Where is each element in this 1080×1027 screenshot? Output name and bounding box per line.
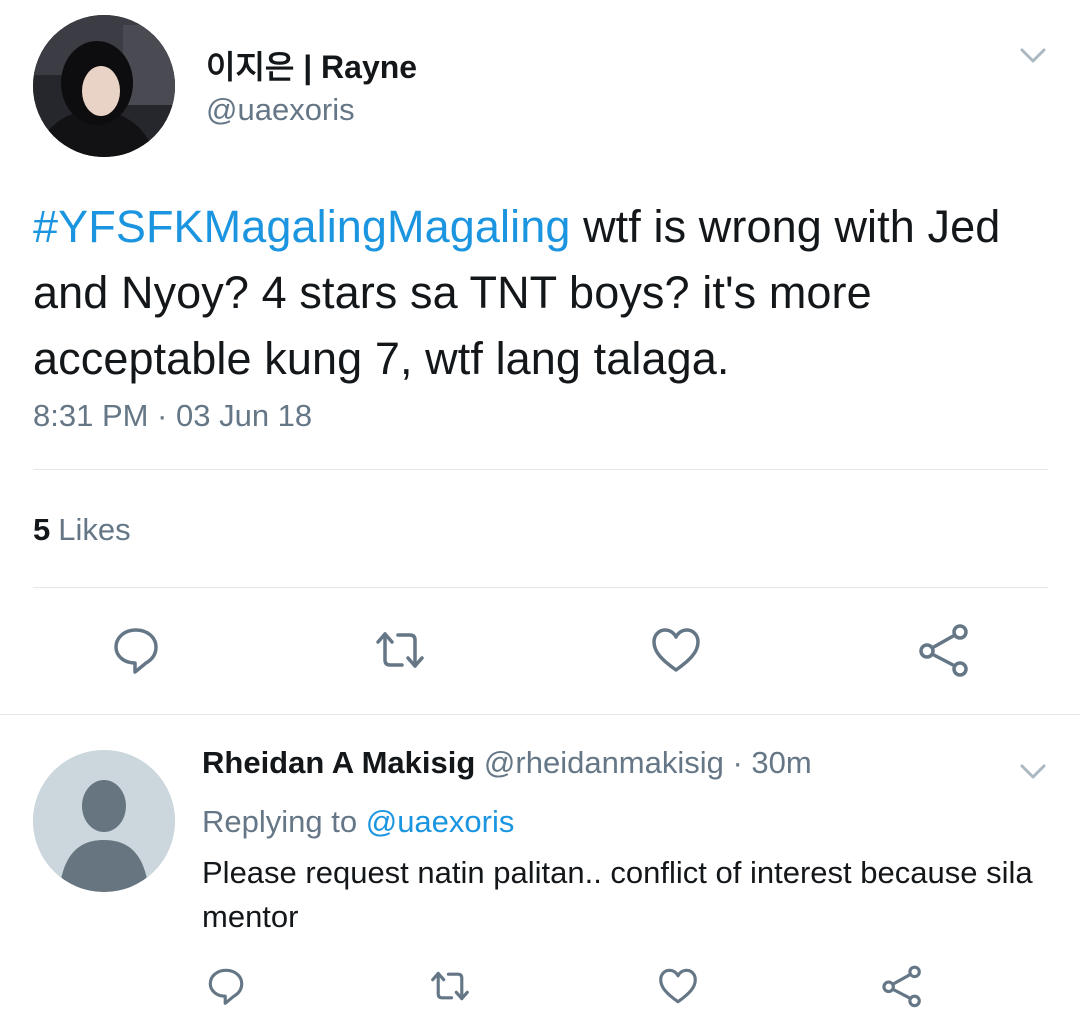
likes-count: 5 bbox=[33, 512, 51, 547]
reply-author-name[interactable]: Rheidan A Makisig bbox=[202, 745, 475, 780]
divider bbox=[33, 587, 1048, 588]
retweet-icon[interactable] bbox=[372, 622, 428, 678]
likes-label: Likes bbox=[58, 512, 131, 547]
retweet-icon[interactable] bbox=[428, 964, 472, 1008]
avatar-photo bbox=[33, 15, 175, 157]
tweet-text: #YFSFKMagalingMagaling wtf is wrong with… bbox=[33, 194, 1043, 392]
likes-stat[interactable]: 5 Likes bbox=[33, 512, 131, 548]
default-avatar-icon bbox=[33, 750, 175, 892]
divider bbox=[33, 469, 1048, 470]
replying-to: Replying to @uaexoris bbox=[202, 804, 514, 840]
heart-icon[interactable] bbox=[648, 622, 704, 678]
chevron-down-icon[interactable] bbox=[1020, 764, 1046, 780]
reply-icon[interactable] bbox=[108, 622, 164, 678]
reply-icon[interactable] bbox=[204, 964, 248, 1008]
author-handle[interactable]: @uaexoris bbox=[206, 92, 355, 128]
reply-author-avatar[interactable] bbox=[33, 750, 175, 892]
tweet-timestamp: 8:31 PM · 03 Jun 18 bbox=[33, 398, 313, 433]
chevron-down-icon[interactable] bbox=[1020, 48, 1046, 64]
reply-text: Please request natin palitan.. conflict … bbox=[202, 855, 1033, 934]
replying-to-handle[interactable]: @uaexoris bbox=[366, 804, 515, 839]
divider bbox=[0, 714, 1080, 715]
heart-icon[interactable] bbox=[656, 964, 700, 1008]
share-icon[interactable] bbox=[880, 964, 924, 1008]
reply-author-handle-time[interactable]: @rheidanmakisig · 30m bbox=[475, 745, 812, 780]
author-avatar[interactable] bbox=[33, 15, 175, 157]
author-name[interactable]: 이지은 | Rayne bbox=[206, 42, 417, 88]
share-icon[interactable] bbox=[916, 622, 972, 678]
hashtag-link[interactable]: #YFSFKMagalingMagaling bbox=[33, 201, 570, 252]
replying-to-label: Replying to bbox=[202, 804, 366, 839]
reply-header: Rheidan A Makisig @rheidanmakisig · 30m bbox=[202, 745, 812, 781]
